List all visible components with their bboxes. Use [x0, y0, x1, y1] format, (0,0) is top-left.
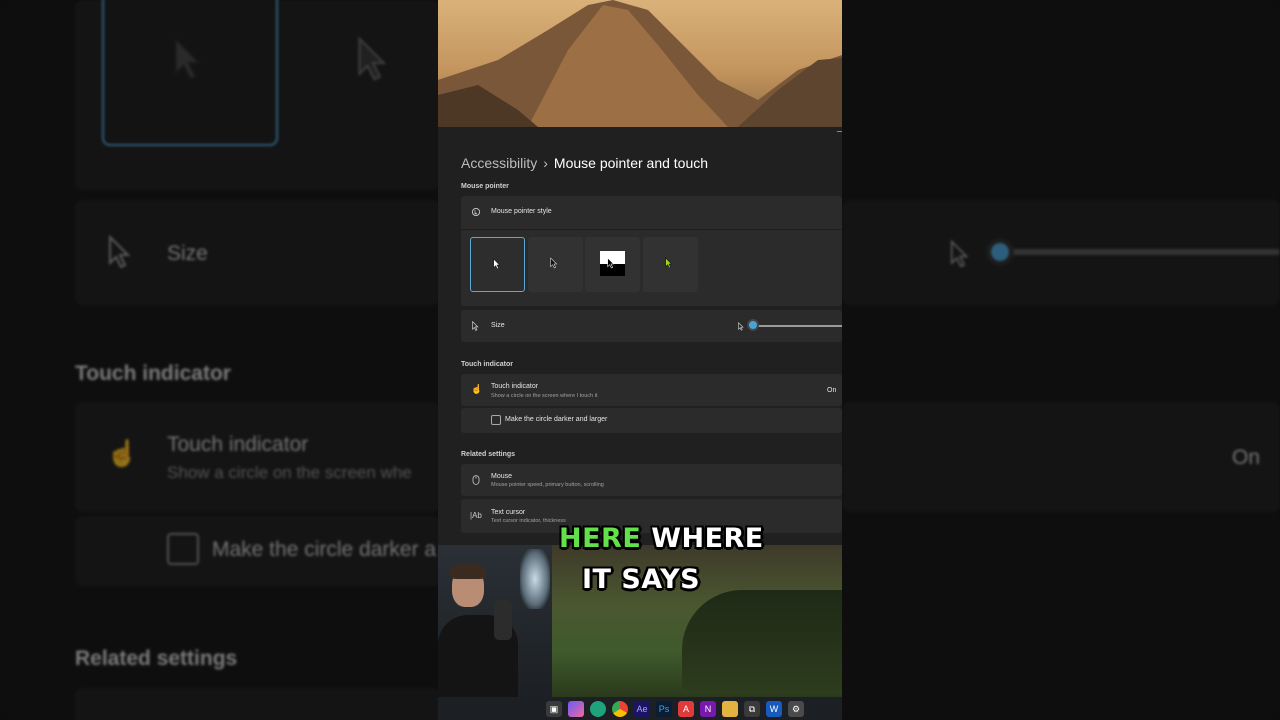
after-effects-icon[interactable]: Ae — [634, 700, 650, 717]
word-icon[interactable]: W — [766, 700, 782, 717]
touch-subtitle: Show a circle on the screen where I touc… — [491, 393, 598, 399]
taskbar-app-icon[interactable]: ▣ — [546, 700, 562, 717]
pointer-black-icon — [550, 257, 558, 269]
touch-indicator-card[interactable] — [461, 374, 842, 406]
bg-checkbox — [167, 533, 199, 565]
window-edge — [837, 131, 842, 132]
mountain-image — [438, 0, 842, 127]
bg-pointer-black-icon — [358, 36, 387, 81]
bg-related-section: Related settings — [75, 647, 238, 670]
mountain-photo — [438, 0, 842, 127]
touch-title: Touch indicator — [491, 383, 539, 390]
related-mouse-subtitle: Mouse pointer speed, primary button, scr… — [491, 482, 604, 488]
touch-icon: ☝ — [471, 384, 483, 394]
breadcrumb-parent[interactable]: Accessibility — [461, 155, 537, 171]
breadcrumb-separator: › — [543, 155, 548, 171]
pointer-style-black[interactable] — [528, 237, 583, 292]
bg-related-card — [75, 688, 440, 720]
forest-background — [682, 590, 842, 690]
breadcrumb: Accessibility › Mouse pointer and touch — [461, 155, 708, 171]
pointer-style-label: Mouse pointer style — [491, 208, 552, 215]
related-mouse-title: Mouse — [491, 473, 513, 480]
bg-size-slider-knob — [991, 243, 1009, 261]
caption-highlight: HERE — [559, 523, 642, 554]
bg-size-label: Size — [167, 242, 208, 265]
copilot-icon[interactable] — [568, 700, 584, 717]
bg-checkbox-label: Make the circle darker a — [212, 538, 437, 561]
slider-pointer-icon — [738, 322, 744, 331]
onenote-icon[interactable]: N — [700, 700, 716, 717]
file-explorer-icon[interactable] — [722, 700, 738, 717]
related-mouse-card[interactable] — [461, 464, 842, 496]
pointer-inverted-icon — [607, 257, 615, 269]
microphone — [494, 600, 512, 640]
related-text-cursor-title: Text cursor — [491, 509, 526, 516]
mouse-icon — [471, 475, 481, 485]
screen: Size Touch indicator ☝ Touch indicator S… — [0, 0, 1280, 720]
related-section-title: Related settings — [461, 451, 516, 458]
caption-word: WHERE — [651, 523, 764, 554]
bg-touch-title: Touch indicator — [167, 433, 309, 456]
edge-icon[interactable] — [590, 700, 606, 717]
mouse-pointer-section-title: Mouse pointer — [461, 183, 509, 190]
divider — [461, 229, 842, 230]
bg-touch-section: Touch indicator — [75, 362, 231, 385]
bg-pointer-white-icon — [174, 36, 203, 81]
pointer-style-white[interactable] — [470, 237, 525, 292]
size-pointer-icon — [472, 321, 479, 331]
darker-circle-checkbox[interactable] — [491, 415, 501, 425]
pointer-style-custom[interactable] — [643, 237, 698, 292]
text-cursor-icon: |Ab — [470, 511, 482, 520]
darker-circle-label: Make the circle darker and larger — [505, 416, 608, 423]
studio-light — [520, 549, 550, 609]
photoshop-icon[interactable]: Ps — [656, 700, 672, 717]
touch-section-title: Touch indicator — [461, 361, 513, 368]
size-label: Size — [491, 322, 505, 329]
caption-line-2: IT SAYS — [582, 564, 701, 595]
caption-line-1: HERE WHERE — [559, 523, 764, 554]
bg-touch-subtitle: Show a circle on the screen whe — [167, 463, 412, 482]
related-text-cursor-subtitle: Text cursor indicator, thickness — [491, 518, 566, 524]
pointer-white-icon — [493, 258, 501, 270]
touch-state[interactable]: On — [827, 387, 836, 394]
adobe-icon[interactable]: A — [678, 700, 694, 717]
webcam-overlay — [438, 545, 552, 713]
person-hair — [450, 563, 486, 579]
snipping-tool-icon[interactable]: ⧉ — [744, 700, 760, 717]
bg-touch-card-right — [842, 402, 1280, 512]
taskbar: ▣ Ae Ps A N ⧉ W ⚙ — [438, 697, 842, 720]
pointer-custom-icon — [665, 257, 673, 269]
size-slider-knob[interactable] — [749, 321, 757, 329]
pointer-style-inverted[interactable] — [585, 237, 640, 292]
settings-icon[interactable]: ⚙ — [788, 700, 804, 717]
center-column: Accessibility › Mouse pointer and touch Mo… — [438, 0, 842, 720]
chrome-icon[interactable] — [612, 700, 628, 717]
bg-touch-state: On — [1232, 446, 1261, 469]
bg-touch-icon: ☝ — [106, 438, 139, 468]
bg-size-icon — [109, 235, 131, 269]
pointer-style-icon — [471, 207, 481, 217]
page-title: Mouse pointer and touch — [553, 155, 709, 171]
size-slider-track[interactable] — [753, 325, 842, 327]
bg-slider-pointer-icon — [950, 240, 969, 268]
bg-size-slider — [1000, 249, 1280, 255]
